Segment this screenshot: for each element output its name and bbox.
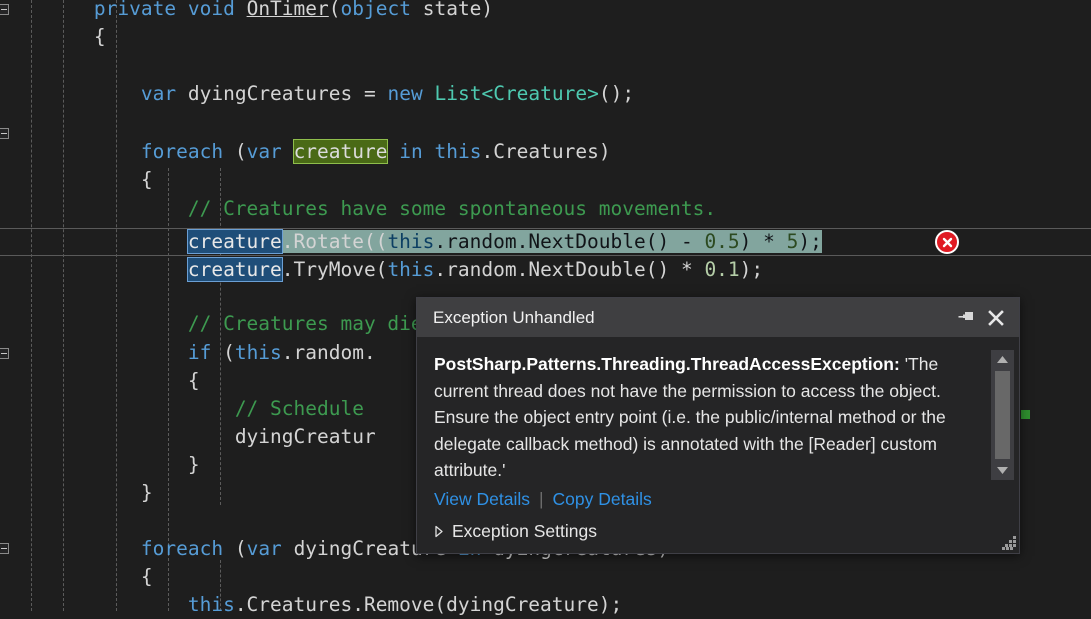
token-comment: // Creatures may die.: [188, 312, 435, 335]
token-parameter: state: [423, 0, 482, 20]
token-comment: // Creatures have some spontaneous movem…: [188, 197, 716, 220]
token-comment: // Schedule: [235, 397, 364, 420]
token-keyword: void: [188, 0, 235, 20]
scrollbar-thumb[interactable]: [995, 371, 1010, 459]
token-number: 0.1: [704, 258, 739, 281]
exception-type: PostSharp.Patterns.Threading.ThreadAcces…: [434, 354, 900, 374]
token-type: Creature: [493, 82, 587, 105]
exception-popup[interactable]: Exception Unhandled PostSharp.Patterns.T…: [416, 297, 1020, 554]
code-line[interactable]: private void OnTimer(object state): [0, 0, 1091, 23]
token-keyword: this: [188, 593, 235, 616]
token-expression: .random.: [282, 341, 376, 364]
exception-settings-label: Exception Settings: [452, 521, 597, 542]
triangle-right-icon: [434, 525, 444, 538]
link-separator: |: [539, 489, 544, 510]
code-line[interactable]: var dyingCreatures = new List<Creature>(…: [0, 80, 1091, 108]
exception-message-block: PostSharp.Patterns.Threading.ThreadAcces…: [434, 351, 991, 484]
popup-title: Exception Unhandled: [433, 308, 951, 328]
code-line[interactable]: foreach (var creature in this.Creatures): [0, 138, 1091, 166]
copy-details-link[interactable]: Copy Details: [553, 489, 652, 510]
token-punct: );: [798, 230, 821, 253]
token-keyword: in: [399, 140, 422, 163]
error-circle-x-icon[interactable]: [935, 230, 959, 254]
token-expression: .random.NextDouble() *: [434, 258, 704, 281]
code-line-current[interactable]: creature.Rotate((this.random.NextDouble(…: [0, 228, 1091, 256]
code-line[interactable]: // Creatures have some spontaneous movem…: [0, 195, 1091, 223]
exception-settings-expander[interactable]: Exception Settings: [434, 521, 991, 542]
popup-content: PostSharp.Patterns.Threading.ThreadAcces…: [417, 337, 991, 553]
token-identifier: dyingCreatures: [188, 82, 352, 105]
change-marker-icon: [1021, 410, 1030, 419]
token-expression: .random.NextDouble() -: [434, 230, 704, 253]
selection-highlight[interactable]: creature: [188, 258, 282, 281]
token-keyword: this: [434, 140, 481, 163]
code-line[interactable]: this.Creatures.Remove(dyingCreature);: [0, 591, 1091, 619]
token-punct: );: [740, 258, 763, 281]
token-keyword: this: [387, 230, 434, 253]
token-keyword: this: [235, 341, 282, 364]
token-identifier: dyingCreatur: [235, 425, 376, 448]
token-type: List: [434, 82, 481, 105]
token-call: .TryMove(: [282, 258, 388, 281]
token-number: 0.5: [704, 230, 739, 253]
token-keyword: private: [94, 0, 176, 20]
pin-icon[interactable]: [951, 303, 981, 333]
popup-scrollbar[interactable]: [991, 350, 1014, 480]
code-line[interactable]: creature.TryMove(this.random.NextDouble(…: [0, 256, 1091, 284]
selection-highlight[interactable]: creature: [188, 230, 282, 253]
popup-body: PostSharp.Patterns.Threading.ThreadAcces…: [417, 337, 1019, 553]
token-keyword: var: [247, 537, 282, 560]
token-expression: ) *: [740, 230, 787, 253]
token-punct: (: [223, 341, 235, 364]
token-expression: .Creatures.Remove(dyingCreature);: [235, 593, 622, 616]
token-keyword: foreach: [141, 140, 223, 163]
view-details-link[interactable]: View Details: [434, 489, 530, 510]
popup-titlebar[interactable]: Exception Unhandled: [417, 298, 1019, 337]
reference-highlight[interactable]: creature: [294, 140, 388, 163]
code-line[interactable]: {: [0, 166, 1091, 194]
token-keyword: if: [188, 341, 211, 364]
token-operator: =: [364, 82, 376, 105]
triangle-down-icon[interactable]: [991, 461, 1014, 480]
token-keyword: foreach: [141, 537, 223, 560]
code-line[interactable]: {: [0, 23, 1091, 51]
token-keyword: object: [341, 0, 411, 20]
token-keyword: var: [247, 140, 282, 163]
token-keyword: this: [387, 258, 434, 281]
token-keyword: new: [388, 82, 423, 105]
token-call: .Rotate((: [282, 230, 388, 253]
token-property: Creatures: [493, 140, 599, 163]
resize-grip-icon[interactable]: [1002, 536, 1016, 550]
token-keyword: var: [141, 82, 176, 105]
popup-links: View Details | Copy Details: [434, 489, 991, 510]
current-statement-highlight: .Rotate((this.random.NextDouble() - 0.5)…: [282, 230, 822, 253]
triangle-up-icon[interactable]: [991, 350, 1014, 369]
code-line[interactable]: {: [0, 563, 1091, 591]
token-method-name: OnTimer: [247, 0, 329, 20]
close-icon[interactable]: [981, 303, 1011, 333]
token-number: 5: [787, 230, 799, 253]
